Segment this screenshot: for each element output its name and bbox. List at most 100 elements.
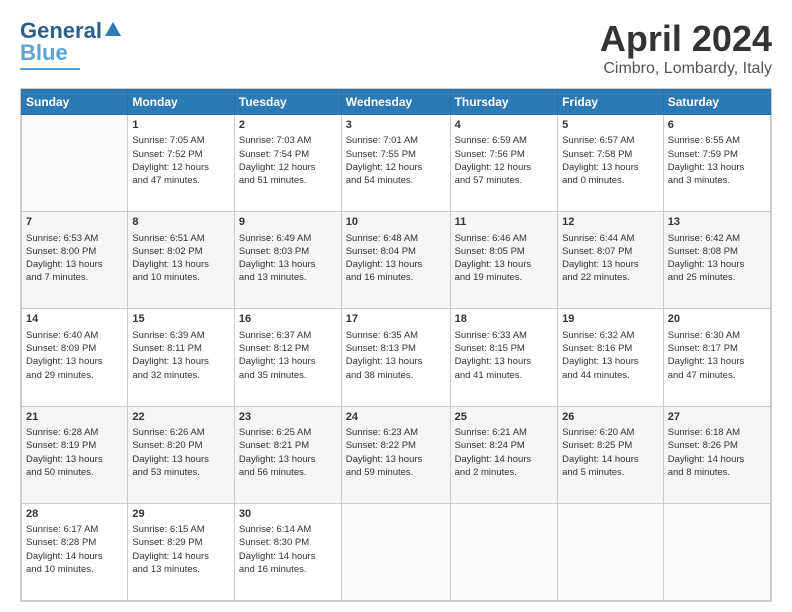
day-info: and 16 minutes. xyxy=(239,563,337,576)
calendar-week-row: 21Sunrise: 6:28 AMSunset: 8:19 PMDayligh… xyxy=(22,406,771,503)
day-info: and 54 minutes. xyxy=(346,174,446,187)
calendar-cell: 2Sunrise: 7:03 AMSunset: 7:54 PMDaylight… xyxy=(234,115,341,212)
col-friday: Friday xyxy=(558,90,664,115)
day-number: 23 xyxy=(239,410,337,425)
day-info: Daylight: 13 hours xyxy=(239,453,337,466)
day-number: 5 xyxy=(562,118,659,133)
day-info: and 25 minutes. xyxy=(668,271,766,284)
day-number: 25 xyxy=(455,410,554,425)
calendar-cell: 29Sunrise: 6:15 AMSunset: 8:29 PMDayligh… xyxy=(128,503,235,600)
day-info: Daylight: 14 hours xyxy=(132,550,230,563)
calendar-week-row: 14Sunrise: 6:40 AMSunset: 8:09 PMDayligh… xyxy=(22,309,771,406)
day-info: Sunset: 8:08 PM xyxy=(668,245,766,258)
calendar-cell: 15Sunrise: 6:39 AMSunset: 8:11 PMDayligh… xyxy=(128,309,235,406)
day-info: Daylight: 14 hours xyxy=(26,550,123,563)
day-info: and 50 minutes. xyxy=(26,466,123,479)
day-info: Sunset: 8:21 PM xyxy=(239,439,337,452)
day-number: 20 xyxy=(668,312,766,327)
col-monday: Monday xyxy=(128,90,235,115)
calendar-cell: 5Sunrise: 6:57 AMSunset: 7:58 PMDaylight… xyxy=(558,115,664,212)
day-info: Daylight: 13 hours xyxy=(346,258,446,271)
day-number: 17 xyxy=(346,312,446,327)
calendar-table: Sunday Monday Tuesday Wednesday Thursday… xyxy=(21,89,771,601)
calendar-cell xyxy=(22,115,128,212)
logo-underline xyxy=(20,68,80,70)
page: General Blue April 2024 Cimbro, Lombardy… xyxy=(0,0,792,612)
day-info: and 0 minutes. xyxy=(562,174,659,187)
day-info: Sunrise: 6:15 AM xyxy=(132,523,230,536)
calendar-cell: 4Sunrise: 6:59 AMSunset: 7:56 PMDaylight… xyxy=(450,115,558,212)
day-info: and 13 minutes. xyxy=(132,563,230,576)
day-number: 1 xyxy=(132,118,230,133)
calendar-cell: 30Sunrise: 6:14 AMSunset: 8:30 PMDayligh… xyxy=(234,503,341,600)
day-info: and 16 minutes. xyxy=(346,271,446,284)
day-number: 9 xyxy=(239,215,337,230)
calendar-cell xyxy=(663,503,770,600)
day-info: Sunrise: 6:57 AM xyxy=(562,134,659,147)
calendar-body: 1Sunrise: 7:05 AMSunset: 7:52 PMDaylight… xyxy=(22,115,771,601)
day-info: Sunrise: 6:46 AM xyxy=(455,232,554,245)
day-info: Daylight: 13 hours xyxy=(239,258,337,271)
logo-icon xyxy=(104,20,122,38)
day-info: Sunset: 8:25 PM xyxy=(562,439,659,452)
day-info: Sunrise: 6:39 AM xyxy=(132,329,230,342)
day-info: Sunset: 8:04 PM xyxy=(346,245,446,258)
day-number: 8 xyxy=(132,215,230,230)
col-wednesday: Wednesday xyxy=(341,90,450,115)
day-info: and 57 minutes. xyxy=(455,174,554,187)
day-info: and 47 minutes. xyxy=(132,174,230,187)
day-info: Sunset: 8:03 PM xyxy=(239,245,337,258)
col-sunday: Sunday xyxy=(22,90,128,115)
day-info: Sunset: 8:05 PM xyxy=(455,245,554,258)
day-info: Daylight: 13 hours xyxy=(346,355,446,368)
col-tuesday: Tuesday xyxy=(234,90,341,115)
day-info: Daylight: 13 hours xyxy=(132,258,230,271)
day-info: Sunset: 8:26 PM xyxy=(668,439,766,452)
calendar-cell: 16Sunrise: 6:37 AMSunset: 8:12 PMDayligh… xyxy=(234,309,341,406)
day-number: 21 xyxy=(26,410,123,425)
day-info: Sunrise: 6:14 AM xyxy=(239,523,337,536)
day-info: Daylight: 14 hours xyxy=(668,453,766,466)
calendar-cell: 14Sunrise: 6:40 AMSunset: 8:09 PMDayligh… xyxy=(22,309,128,406)
day-number: 19 xyxy=(562,312,659,327)
day-info: Sunrise: 6:42 AM xyxy=(668,232,766,245)
calendar-cell: 7Sunrise: 6:53 AMSunset: 8:00 PMDaylight… xyxy=(22,212,128,309)
calendar-cell xyxy=(341,503,450,600)
day-info: Sunset: 8:20 PM xyxy=(132,439,230,452)
calendar-subtitle: Cimbro, Lombardy, Italy xyxy=(600,60,772,78)
day-info: Sunrise: 7:03 AM xyxy=(239,134,337,147)
calendar-week-row: 7Sunrise: 6:53 AMSunset: 8:00 PMDaylight… xyxy=(22,212,771,309)
day-info: Sunset: 8:19 PM xyxy=(26,439,123,452)
calendar-cell: 12Sunrise: 6:44 AMSunset: 8:07 PMDayligh… xyxy=(558,212,664,309)
calendar-cell: 17Sunrise: 6:35 AMSunset: 8:13 PMDayligh… xyxy=(341,309,450,406)
calendar-cell: 13Sunrise: 6:42 AMSunset: 8:08 PMDayligh… xyxy=(663,212,770,309)
day-info: Sunrise: 6:35 AM xyxy=(346,329,446,342)
day-number: 11 xyxy=(455,215,554,230)
day-info: Sunset: 7:54 PM xyxy=(239,148,337,161)
day-info: Sunset: 8:07 PM xyxy=(562,245,659,258)
day-info: Sunset: 7:59 PM xyxy=(668,148,766,161)
day-info: Sunrise: 6:40 AM xyxy=(26,329,123,342)
day-info: Sunrise: 6:25 AM xyxy=(239,426,337,439)
calendar: Sunday Monday Tuesday Wednesday Thursday… xyxy=(20,88,772,602)
day-info: Daylight: 13 hours xyxy=(562,161,659,174)
calendar-week-row: 28Sunrise: 6:17 AMSunset: 8:28 PMDayligh… xyxy=(22,503,771,600)
calendar-cell: 9 Sunrise: 6:49 AMSunset: 8:03 PMDaylight… xyxy=(234,212,341,309)
day-info: and 56 minutes. xyxy=(239,466,337,479)
day-info: Sunrise: 6:49 AM xyxy=(239,232,337,245)
day-info: and 51 minutes. xyxy=(239,174,337,187)
day-info: Sunset: 8:12 PM xyxy=(239,342,337,355)
day-info: Sunrise: 6:37 AM xyxy=(239,329,337,342)
calendar-cell: 1Sunrise: 7:05 AMSunset: 7:52 PMDaylight… xyxy=(128,115,235,212)
day-info: Daylight: 13 hours xyxy=(562,258,659,271)
day-info: Sunset: 8:02 PM xyxy=(132,245,230,258)
day-info: and 53 minutes. xyxy=(132,466,230,479)
day-number: 10 xyxy=(346,215,446,230)
day-info: Sunrise: 6:17 AM xyxy=(26,523,123,536)
day-info: and 3 minutes. xyxy=(668,174,766,187)
day-info: Sunset: 8:16 PM xyxy=(562,342,659,355)
day-number: 24 xyxy=(346,410,446,425)
day-number: 13 xyxy=(668,215,766,230)
day-info: and 41 minutes. xyxy=(455,369,554,382)
day-info: Sunrise: 6:59 AM xyxy=(455,134,554,147)
